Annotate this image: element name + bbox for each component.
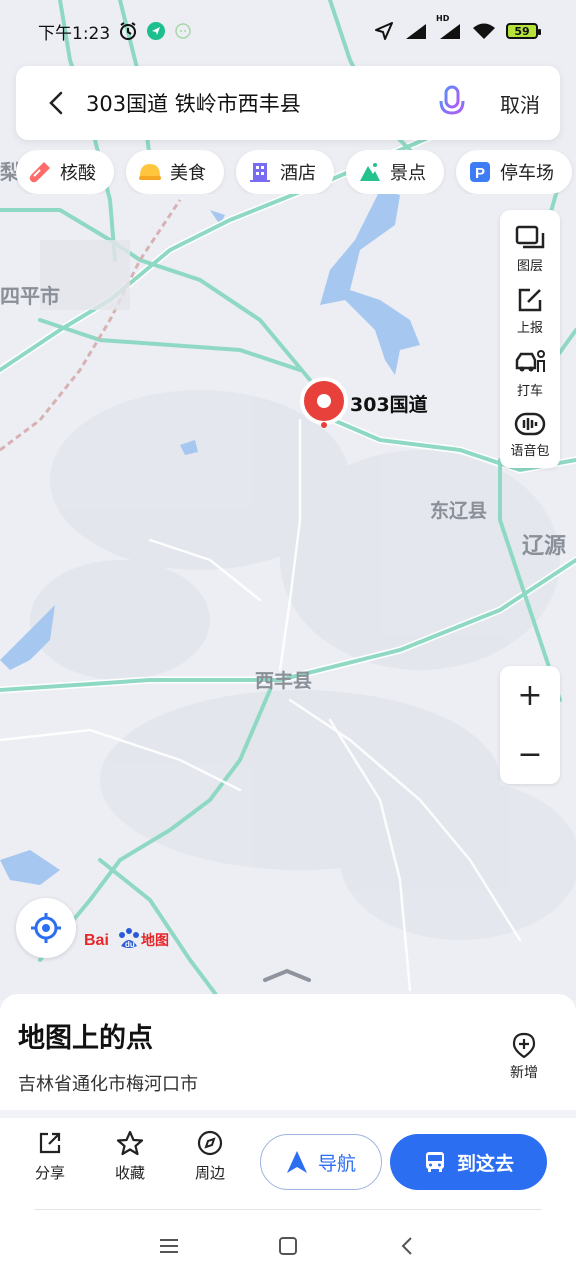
baidu-logo-icon: Bai du 地图: [84, 928, 169, 949]
alarm-icon: [118, 21, 138, 41]
status-bar: 下午1:23 HD 59: [0, 0, 576, 62]
svg-text:地图: 地图: [141, 932, 169, 949]
chevron-left-icon: [49, 91, 63, 115]
favorite-button[interactable]: 收藏: [100, 1130, 160, 1194]
map-label-liaoyuan: 辽源: [522, 534, 567, 559]
search-bar[interactable]: 303国道 铁岭市西丰县 取消: [16, 66, 560, 140]
battery-indicator: 59: [506, 23, 541, 39]
add-label: 新增: [510, 1065, 538, 1081]
star-icon: [116, 1130, 144, 1156]
tool-layers[interactable]: 图层: [500, 218, 560, 280]
menu-nav-button[interactable]: [149, 1226, 189, 1266]
svg-text:Bai: Bai: [84, 932, 109, 949]
tool-label: 打车: [516, 383, 543, 399]
home-nav-button[interactable]: [268, 1226, 308, 1266]
chip-label: 停车场: [500, 163, 554, 184]
voice-pack-icon: [514, 412, 546, 435]
go-label: 到这去: [456, 1152, 514, 1175]
navigation-arrow-icon: [286, 1151, 307, 1173]
svg-text:du: du: [125, 940, 135, 949]
chip-food[interactable]: 美食: [126, 150, 224, 194]
food-icon: [138, 160, 162, 184]
navigation-app-icon: [146, 21, 166, 41]
signal-icon: [404, 22, 428, 40]
battery-level: 59: [514, 24, 530, 38]
share-icon: [39, 1132, 61, 1154]
action-label: 收藏: [114, 1164, 145, 1182]
share-button[interactable]: 分享: [20, 1130, 80, 1194]
chip-label: 美食: [170, 163, 206, 184]
navigate-label: 导航: [317, 1152, 356, 1175]
tool-label: 上报: [516, 320, 543, 336]
scenic-icon: [358, 160, 382, 184]
locate-me-button[interactable]: [16, 898, 76, 958]
tool-label: 语音包: [510, 443, 550, 459]
chip-label: 景点: [390, 163, 426, 184]
location-arrow-icon: [374, 21, 394, 41]
network-label: HD: [436, 14, 450, 23]
back-chevron-icon: [401, 1237, 412, 1255]
sheet-divider: [0, 1110, 576, 1118]
zoom-controls: + −: [500, 666, 560, 784]
zoom-in-button[interactable]: +: [500, 666, 560, 725]
crosshair-icon: [31, 913, 61, 943]
chip-label: 核酸: [60, 163, 96, 184]
hotel-icon: [248, 160, 272, 184]
compass-icon: [197, 1130, 223, 1156]
microphone-icon: [439, 85, 465, 119]
place-address: 吉林省通化市梅河口市: [18, 1074, 198, 1095]
tool-label: 图层: [516, 258, 543, 274]
test-tube-icon: [28, 160, 52, 184]
action-label: 周边: [194, 1164, 225, 1182]
nearby-button[interactable]: 周边: [180, 1130, 240, 1194]
wechat-icon: [174, 22, 192, 40]
add-place-button[interactable]: 新增: [498, 1032, 550, 1084]
voice-search-button[interactable]: [432, 83, 472, 123]
location-plus-icon: [512, 1032, 536, 1058]
chip-scenic[interactable]: 景点: [346, 150, 444, 194]
parking-icon: P: [468, 160, 492, 184]
back-button[interactable]: [46, 83, 76, 123]
chip-label: 酒店: [280, 163, 316, 184]
layers-icon: [515, 225, 545, 248]
chip-nucleic-acid[interactable]: 核酸: [16, 150, 114, 194]
sheet-expand-handle[interactable]: [262, 968, 312, 982]
svg-text:P: P: [475, 165, 485, 182]
signal-hd-icon: HD: [436, 14, 462, 40]
chip-hotel[interactable]: 酒店: [236, 150, 334, 194]
tool-taxi[interactable]: 打车: [500, 342, 560, 404]
menu-icon: [160, 1239, 179, 1253]
zoom-out-button[interactable]: −: [500, 725, 560, 784]
search-query[interactable]: 303国道 铁岭市西丰县: [86, 88, 432, 118]
wifi-icon: [472, 22, 496, 40]
system-nav-bar: [0, 1212, 576, 1280]
tool-report[interactable]: 上报: [500, 280, 560, 342]
go-here-button[interactable]: 到这去: [390, 1134, 547, 1190]
status-time: 下午1:23: [38, 23, 111, 44]
back-nav-button[interactable]: [387, 1226, 427, 1266]
sheet-bottom-divider: [34, 1209, 542, 1210]
action-bar: 分享 收藏 周边 导航 到这去: [0, 1120, 576, 1204]
cancel-button[interactable]: 取消: [500, 89, 540, 118]
report-icon: [518, 288, 542, 311]
bus-icon: [425, 1152, 444, 1172]
chip-parking[interactable]: P 停车场: [456, 150, 572, 194]
navigate-button[interactable]: 导航: [260, 1134, 382, 1190]
tool-voice-pack[interactable]: 语音包: [500, 404, 560, 466]
category-chips: 核酸 美食 酒店 景点 P 停车场: [16, 150, 576, 194]
place-title: 地图上的点: [18, 1023, 153, 1054]
map-label-siping: 四平市: [0, 284, 60, 308]
action-label: 分享: [34, 1164, 65, 1182]
taxi-icon: [515, 349, 545, 372]
map-label-dongliao: 东辽县: [430, 500, 488, 522]
map-label-xifeng: 西丰县: [255, 670, 313, 692]
pin-label[interactable]: 303国道: [350, 390, 428, 417]
map-tools-panel: 图层 上报 打车 语音包: [500, 210, 560, 468]
home-square-icon: [278, 1237, 297, 1255]
